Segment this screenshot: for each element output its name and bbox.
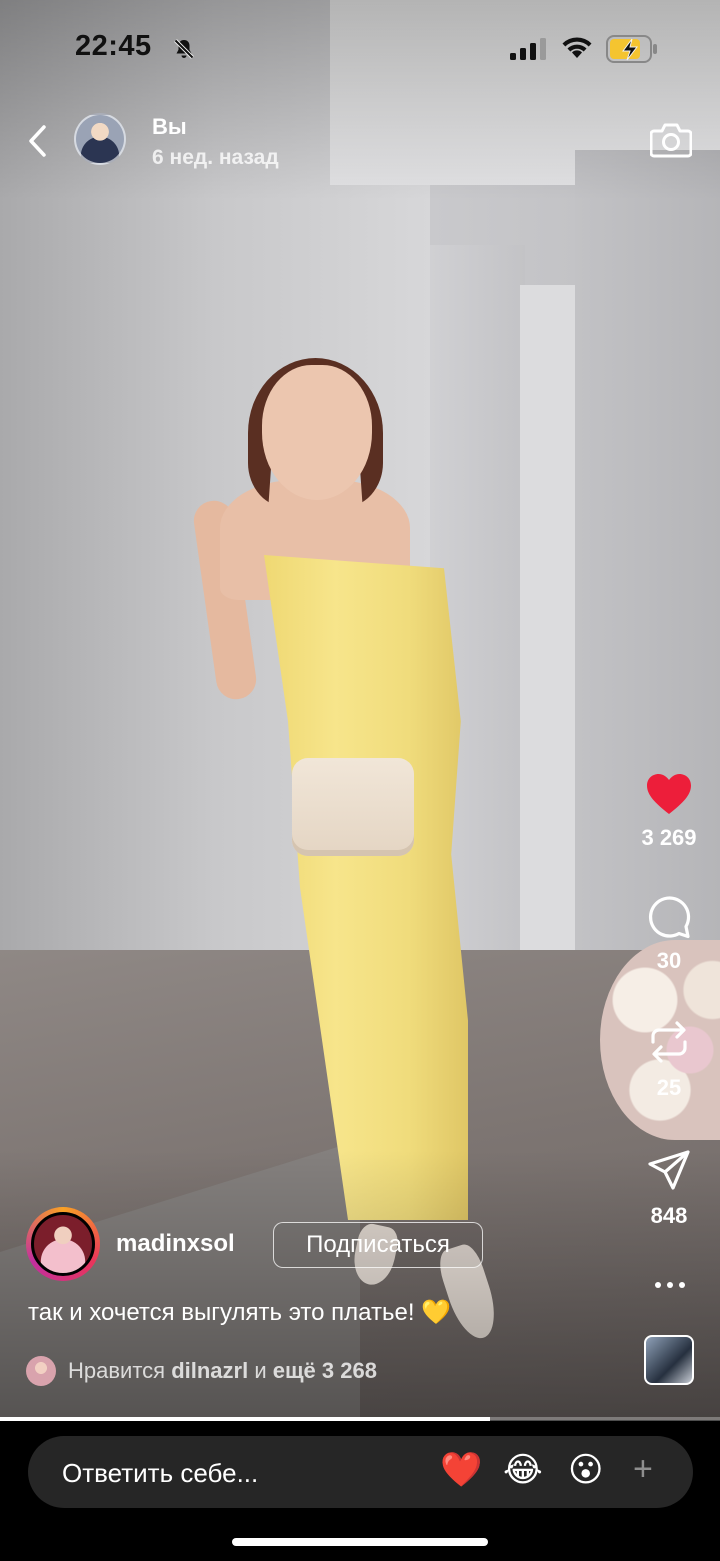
liked-middle: и	[248, 1358, 273, 1383]
owner-avatar[interactable]	[74, 113, 126, 165]
heart-reaction-button[interactable]: ❤️	[440, 1450, 482, 1490]
like-count: 3 269	[641, 825, 697, 850]
story-photo[interactable]	[0, 0, 720, 1420]
liked-by-avatar[interactable]	[26, 1356, 56, 1386]
cellular-signal-icon	[510, 38, 546, 60]
repost-icon[interactable]	[647, 1018, 691, 1066]
liked-others[interactable]: ещё 3 268	[273, 1358, 377, 1383]
heart-icon[interactable]	[645, 772, 693, 816]
laugh-reaction-button[interactable]: 😂	[503, 1450, 543, 1490]
status-time: 22:45	[75, 30, 152, 62]
add-reaction-button[interactable]: +	[633, 1450, 653, 1489]
camera-icon[interactable]	[650, 120, 692, 160]
comment-action[interactable]: 30	[619, 893, 719, 974]
more-icon[interactable]	[650, 1270, 690, 1300]
author-avatar[interactable]	[26, 1207, 100, 1281]
liked-username[interactable]: dilnazrl	[171, 1358, 248, 1383]
like-action[interactable]: 3 269	[619, 772, 719, 851]
status-bar: 22:45	[0, 0, 720, 100]
photo-door-frame	[520, 285, 575, 975]
share-action[interactable]: 848	[619, 1148, 719, 1229]
liked-by-text[interactable]: Нравится dilnazrl и ещё 3 268	[68, 1358, 377, 1384]
repost-action[interactable]: 25	[619, 1018, 719, 1101]
bell-slash-icon	[174, 39, 194, 59]
back-chevron-icon[interactable]	[24, 122, 54, 160]
send-icon[interactable]	[646, 1148, 692, 1194]
battery-charging-icon	[606, 35, 657, 63]
reply-input[interactable]: Ответить себе... ❤️ 😂 😮 +	[28, 1436, 693, 1508]
author-avatar-image	[31, 1212, 95, 1276]
story-posted-ago: 6 нед. назад	[152, 146, 279, 169]
comment-icon[interactable]	[646, 893, 692, 939]
audio-thumbnail[interactable]	[644, 1335, 694, 1385]
post-caption[interactable]: так и хочется выгулять это платье! 💛	[28, 1298, 451, 1327]
liked-prefix: Нравится	[68, 1358, 172, 1383]
home-indicator	[232, 1538, 488, 1546]
author-username[interactable]: madinxsol	[116, 1230, 235, 1258]
wifi-icon	[562, 37, 592, 58]
follow-button[interactable]: Подписаться	[273, 1222, 483, 1268]
reply-bar: Ответить себе... ❤️ 😂 😮 +	[0, 1421, 720, 1561]
photo-handbag	[292, 758, 414, 856]
reply-placeholder: Ответить себе...	[62, 1458, 259, 1488]
repost-count: 25	[656, 1075, 682, 1100]
photo-right-wall	[575, 150, 720, 980]
share-count: 848	[650, 1203, 688, 1228]
story-owner-name[interactable]: Вы	[152, 114, 187, 140]
photo-face	[262, 365, 372, 500]
comment-count: 30	[656, 948, 682, 973]
wow-reaction-button[interactable]: 😮	[568, 1450, 603, 1490]
